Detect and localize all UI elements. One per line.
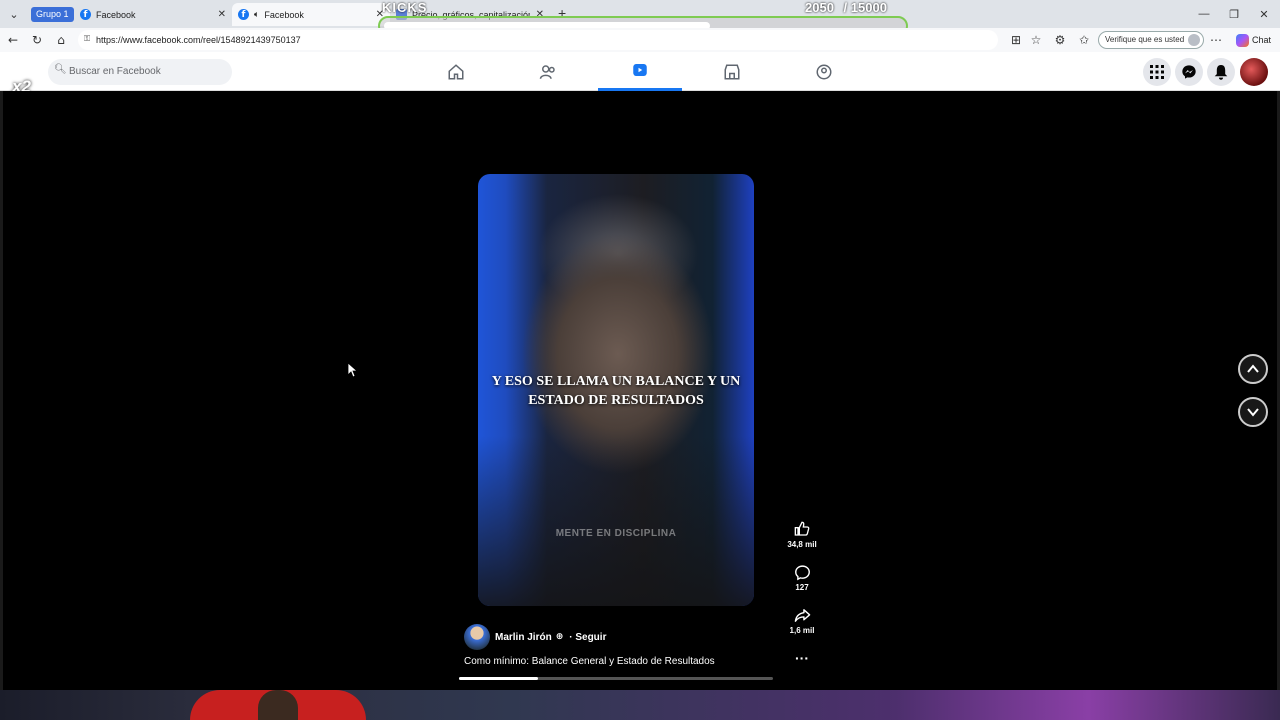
- back-arrow-icon[interactable]: ←: [5, 32, 21, 48]
- search-icon: 🔍︎: [54, 64, 67, 75]
- notifications-button[interactable]: [1207, 58, 1235, 86]
- globe-icon: ⊕: [555, 632, 564, 642]
- reels-icon: [633, 64, 647, 76]
- tab-group-chip[interactable]: Grupo 1: [31, 7, 74, 22]
- follow-button[interactable]: · Seguir: [569, 632, 606, 643]
- nav-marketplace[interactable]: [690, 52, 774, 91]
- overlay-current: 2050: [805, 0, 834, 15]
- video-watermark: MENTE EN DISCIPLINA: [555, 528, 677, 539]
- tab-label: Facebook: [264, 9, 304, 20]
- comment-icon: [794, 564, 810, 580]
- bell-icon: [1214, 65, 1228, 80]
- address-bar-row: ← ↻ ⌂ https://www.facebook.com/reel/1548…: [0, 28, 1280, 52]
- profile-avatar[interactable]: [1240, 58, 1268, 86]
- chat-button-label[interactable]: Chat: [1252, 35, 1271, 45]
- previous-reel-button[interactable]: [1238, 354, 1268, 384]
- share-icon: [794, 608, 810, 622]
- tab-actions-chevron-icon[interactable]: ⌄: [4, 4, 24, 24]
- next-reel-button[interactable]: [1238, 397, 1268, 427]
- reel-video[interactable]: Y ESO SE LLAMA UN BALANCE Y UN ESTADO DE…: [478, 174, 754, 606]
- video-caption: Y ESO SE LLAMA UN BALANCE Y UN ESTADO DE…: [491, 374, 741, 408]
- site-info-icon[interactable]: ⚿: [84, 34, 90, 44]
- marketplace-icon: [724, 64, 740, 79]
- author-name[interactable]: Marlin Jirón: [495, 632, 552, 643]
- app-available-icon[interactable]: ⊞: [1008, 32, 1024, 48]
- tab-facebook-2[interactable]: f 🔈︎ Facebook ✕: [232, 3, 390, 26]
- facebook-header: Buscar en Facebook 🔍︎: [0, 52, 1280, 91]
- overlay-goal: / 15000: [843, 0, 887, 15]
- nav-home[interactable]: [414, 52, 498, 91]
- nav-reels[interactable]: [598, 52, 682, 91]
- extensions-icon[interactable]: ⚙: [1052, 32, 1068, 48]
- share-count: 1,6 mil: [789, 626, 815, 635]
- reel-progress-fill: [459, 677, 538, 680]
- reel-progress-bar[interactable]: [459, 677, 773, 680]
- speaker-icon[interactable]: 🔈︎: [254, 10, 259, 20]
- favorite-star-icon[interactable]: ☆: [1028, 32, 1044, 48]
- menu-grid-button[interactable]: [1143, 58, 1171, 86]
- groups-icon: [816, 64, 832, 79]
- profile-avatar-icon: [1188, 34, 1200, 46]
- webcam-face: [258, 690, 298, 720]
- reel-description: Como mínimo: Balance General y Estado de…: [464, 656, 715, 667]
- overlay-title: KICKS: [382, 0, 428, 15]
- favorites-icon[interactable]: ✩: [1076, 32, 1092, 48]
- comment-count: 127: [795, 583, 809, 592]
- like-button[interactable]: 34,8 mil: [782, 520, 822, 549]
- home-icon: [448, 63, 464, 79]
- reel-author-row: Marlin Jirón ⊕ · Seguir: [464, 624, 606, 650]
- reload-icon[interactable]: ↻: [29, 32, 45, 48]
- comment-button[interactable]: 127: [782, 563, 822, 592]
- more-options-icon[interactable]: ···: [782, 650, 822, 666]
- mouse-cursor-icon: [348, 363, 358, 378]
- like-count: 34,8 mil: [787, 540, 817, 549]
- home-icon[interactable]: ⌂: [53, 32, 69, 48]
- close-icon[interactable]: ✕: [218, 9, 226, 20]
- nav-groups[interactable]: [782, 52, 866, 91]
- friends-icon: [539, 64, 555, 79]
- overlay-counter: 2050 / 15000: [805, 0, 887, 15]
- share-button[interactable]: 1,6 mil: [782, 606, 822, 635]
- chevron-up-icon: [1247, 364, 1259, 373]
- messenger-icon: [1182, 65, 1196, 79]
- restore-icon[interactable]: ❐: [1226, 6, 1242, 22]
- window-close-icon[interactable]: ✕: [1256, 6, 1272, 22]
- copilot-icon[interactable]: [1236, 34, 1249, 47]
- verify-label: Verifique que es usted: [1105, 35, 1185, 44]
- author-avatar[interactable]: [464, 624, 490, 650]
- messenger-button[interactable]: [1175, 58, 1203, 86]
- thumbs-up-icon: [794, 521, 810, 536]
- facebook-icon: f: [238, 9, 249, 20]
- verify-identity-button[interactable]: Verifique que es usted: [1098, 31, 1204, 49]
- grid-icon: [1150, 65, 1164, 79]
- video-fade: [478, 436, 754, 606]
- url-input[interactable]: https://www.facebook.com/reel/1548921439…: [78, 30, 998, 50]
- nav-friends[interactable]: [506, 52, 590, 91]
- minimize-icon[interactable]: —: [1196, 6, 1212, 22]
- tab-label: Facebook: [96, 9, 136, 20]
- chevron-down-icon: [1247, 408, 1259, 417]
- more-options-icon[interactable]: ⋯: [1208, 32, 1224, 48]
- facebook-icon: f: [80, 9, 91, 20]
- tab-facebook-1[interactable]: f Facebook ✕: [74, 3, 232, 26]
- facebook-search-input[interactable]: Buscar en Facebook: [48, 59, 232, 85]
